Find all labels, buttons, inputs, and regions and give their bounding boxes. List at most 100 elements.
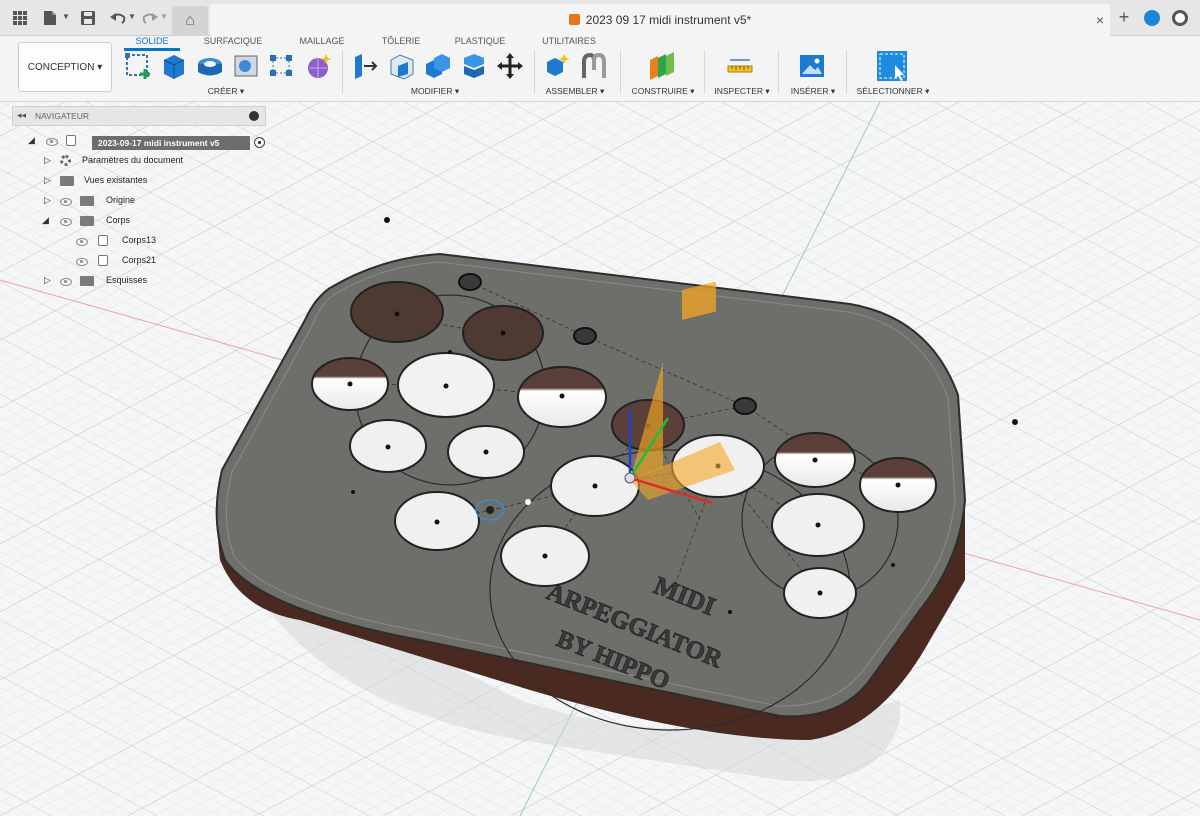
folder-icon [60,176,74,186]
group-selectionner[interactable]: SÉLECTIONNER ▾ [852,86,934,97]
tab-tolerie[interactable]: TÔLERIE [378,36,424,46]
pattern-icon[interactable] [268,52,296,80]
collapsed-triangle-icon[interactable]: ▷ [44,175,54,185]
extrude-icon[interactable] [160,52,188,80]
tree-item-label: Origine [106,195,136,205]
home-icon: ⌂ [185,12,195,29]
folder-icon [80,216,94,226]
collapse-icon[interactable]: ◂◂ [17,110,26,121]
fusion-app: ▼ ▼ ▼ ⌂ 2023 09 17 midi instrument v5* ×… [0,0,1200,816]
ribbon-separator [778,50,779,94]
navigator-header: ◂◂ NAVIGATEUR [12,106,266,126]
folder-icon [80,196,94,206]
tree-item-label: Vues existantes [84,175,148,185]
chevron-down-icon[interactable]: ▼ [128,12,136,24]
file-icon[interactable] [40,8,60,28]
redo-icon[interactable] [140,8,160,28]
eye-icon[interactable] [60,198,72,206]
group-inspecter[interactable]: INSPECTER ▾ [710,86,774,97]
group-creer[interactable]: CRÉER ▾ [196,86,256,97]
sweep-icon[interactable] [232,52,260,80]
title-bar: ▼ ▼ ▼ ⌂ 2023 09 17 midi instrument v5* ×… [0,0,1200,36]
group-construire[interactable]: CONSTRUIRE ▾ [626,86,700,97]
document-icon [66,135,76,146]
clock-icon[interactable] [1172,10,1188,26]
active-radio-icon[interactable] [254,137,265,148]
move-icon[interactable] [496,52,524,80]
tree-item-vues[interactable]: ▷ Vues existantes [12,172,252,190]
grid-menu-icon[interactable] [10,8,30,28]
folder-icon [80,276,94,286]
measure-icon[interactable] [726,52,754,80]
offset-plane-icon[interactable] [648,52,676,80]
body-icon [98,255,108,266]
tree-item-label: Corps13 [122,235,157,245]
tree-item-esquisses[interactable]: ▷ Esquisses [12,272,252,290]
group-modifier[interactable]: MODIFIER ▾ [404,86,466,97]
new-component-icon[interactable] [544,52,572,80]
tree-item-label: Corps [106,215,131,225]
ribbon-separator [534,50,535,94]
close-icon[interactable]: × [1096,12,1104,28]
ribbon-separator [342,50,343,94]
tree-item-corps13[interactable]: Corps13 [12,232,252,250]
ribbon-separator [846,50,847,94]
browser-panel: ◂◂ NAVIGATEUR ◢ 2023-09-17 midi instrume… [12,106,272,296]
ribbon-separator [704,50,705,94]
group-inserer[interactable]: INSÉRER ▾ [786,86,840,97]
tree-item-parametres[interactable]: ▷ Paramètres du document [12,152,252,170]
chevron-down-icon[interactable]: ▼ [160,12,168,24]
eye-icon[interactable] [60,218,72,226]
eye-icon[interactable] [60,278,72,286]
eye-icon[interactable] [76,258,88,266]
tree-item-corps[interactable]: ◢ Corps [12,212,252,230]
active-tab-indicator [124,48,180,51]
combine-icon[interactable] [424,52,452,80]
tab-maillage[interactable]: MAILLAGE [294,36,350,46]
save-icon[interactable] [78,8,98,28]
tab-utilitaires[interactable]: UTILITAIRES [538,36,600,46]
tree-item-corps21[interactable]: Corps21 [12,252,252,270]
sync-icon[interactable] [1144,10,1160,26]
gear-icon [60,155,71,166]
document-tab[interactable]: 2023 09 17 midi instrument v5* × [210,4,1110,36]
document-title-wrap: 2023 09 17 midi instrument v5* [210,13,1110,27]
collapsed-triangle-icon[interactable]: ▷ [44,195,54,205]
home-tab[interactable]: ⌂ [172,6,208,36]
expanded-triangle-icon[interactable]: ◢ [42,215,52,225]
body-icon [98,235,108,246]
collapsed-triangle-icon[interactable]: ▷ [44,155,54,165]
revolve-icon[interactable] [196,52,224,80]
group-assembler[interactable]: ASSEMBLER ▾ [540,86,610,97]
eye-icon[interactable] [46,138,58,146]
workspace-selector[interactable]: CONCEPTION ▾ [18,42,112,92]
minimize-icon[interactable] [249,111,259,121]
press-pull-icon[interactable] [352,52,380,80]
origin-point [525,499,531,505]
eye-icon[interactable] [76,238,88,246]
navigator-title: NAVIGATEUR [35,111,89,121]
root-label[interactable]: 2023-09-17 midi instrument v5 [92,136,250,150]
tab-plastique[interactable]: PLASTIQUE [452,36,508,46]
form-icon[interactable] [304,52,332,80]
joint-icon[interactable] [580,52,608,80]
ribbon-separator [620,50,621,94]
insert-image-icon[interactable] [798,52,826,80]
document-title: 2023 09 17 midi instrument v5* [585,13,752,27]
tree-item-origine[interactable]: ▷ Origine [12,192,252,210]
tree-item-label: Corps21 [122,255,157,265]
cube-icon [568,14,580,25]
plus-icon[interactable]: + [1114,8,1134,28]
expanded-triangle-icon[interactable]: ◢ [28,135,38,145]
collapsed-triangle-icon[interactable]: ▷ [44,275,54,285]
undo-icon[interactable] [108,8,128,28]
shell-icon[interactable] [460,52,488,80]
tree-item-label: Esquisses [106,275,148,285]
tab-solide[interactable]: SOLIDE [128,36,176,46]
tab-surfacique[interactable]: SURFACIQUE [200,36,266,46]
fillet-icon[interactable] [388,52,416,80]
create-sketch-icon[interactable] [124,52,152,80]
toolbar-ribbon: CONCEPTION ▾ SOLIDE SURFACIQUE MAILLAGE … [0,36,1200,102]
select-icon[interactable] [876,50,908,82]
chevron-down-icon[interactable]: ▼ [62,12,70,24]
